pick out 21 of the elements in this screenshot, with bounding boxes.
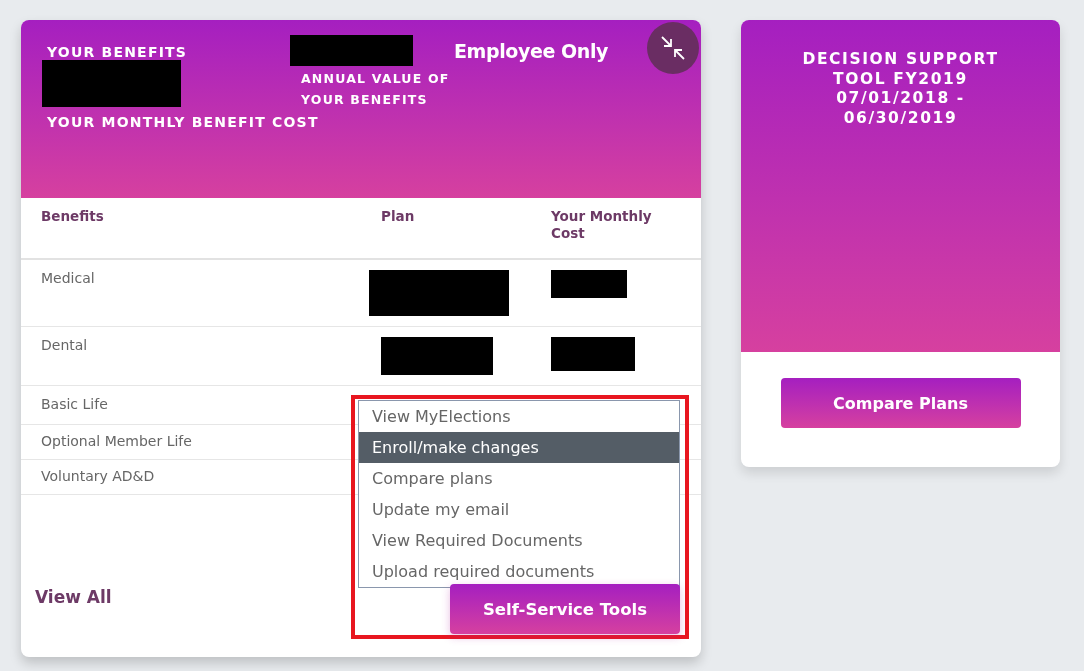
card-title: DECISION SUPPORT TOOL FY2019 07/01/2018 - 06/30/2019	[801, 50, 1000, 129]
column-header: Your Monthly Cost	[551, 207, 653, 243]
compare-plans-button[interactable]: Compare Plans	[780, 378, 1021, 428]
coverage-label: Employee Only	[454, 40, 609, 62]
self-service-button[interactable]: Self-Service Tools	[450, 584, 680, 634]
menu-item[interactable]: Upload required documents	[359, 556, 679, 587]
column-header: Benefits	[41, 207, 105, 226]
menu-item[interactable]: View Required Documents	[359, 525, 679, 556]
table-cell-text: Dental	[41, 336, 89, 355]
minimize-button[interactable]	[647, 22, 699, 74]
card-title: YOUR BENEFITS	[47, 44, 188, 60]
column-header: Plan	[381, 207, 416, 226]
table-cell-text: Medical	[41, 269, 96, 288]
minimize-icon	[660, 35, 686, 61]
view-all-link[interactable]: View All	[35, 587, 112, 607]
field-label: ANNUAL VALUE OF YOUR BENEFITS	[301, 70, 451, 109]
menu-item[interactable]: View MyElections	[359, 401, 679, 432]
menu-item[interactable]: Enroll/make changes	[359, 432, 679, 463]
field-label: YOUR MONTHLY BENEFIT COST	[47, 114, 319, 130]
menu-item[interactable]: Compare plans	[359, 463, 679, 494]
menu-item[interactable]: Update my email	[359, 494, 679, 525]
